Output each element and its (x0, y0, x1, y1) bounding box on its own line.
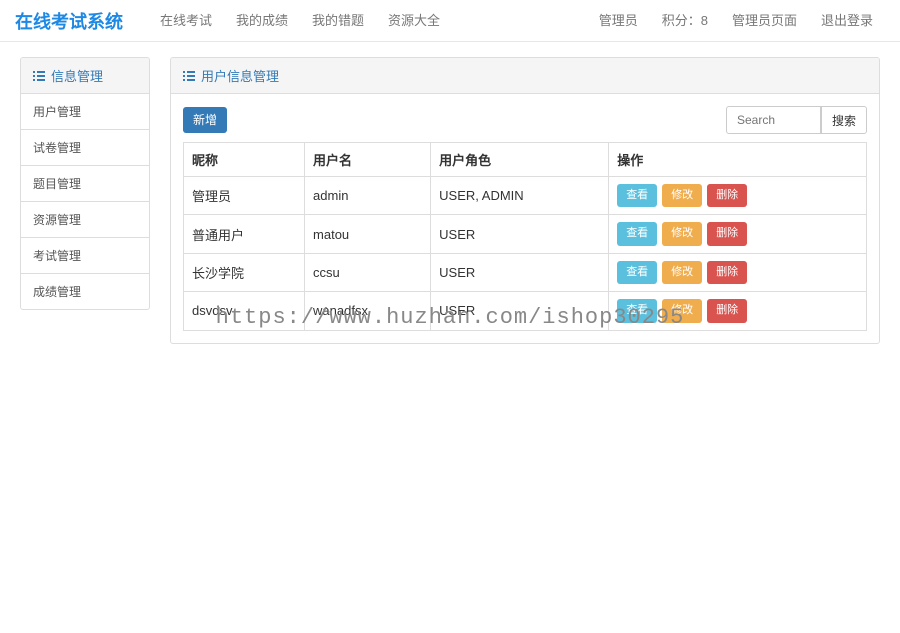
edit-button[interactable]: 修改 (662, 299, 702, 322)
edit-button[interactable]: 修改 (662, 222, 702, 245)
search-group: 搜索 (726, 106, 867, 134)
cell-username: admin (305, 177, 431, 215)
delete-button[interactable]: 删除 (707, 184, 747, 207)
th-action: 操作 (609, 143, 867, 177)
table-row: 管理员adminUSER, ADMIN查看修改删除 (184, 177, 867, 215)
cell-role: USER (431, 215, 609, 253)
nav-right-group: 管理员 积分：8 管理员页面 退出登录 (587, 0, 885, 42)
sidebar: 信息管理 用户管理试卷管理题目管理资源管理考试管理成绩管理 (20, 57, 150, 344)
cell-role: USER, ADMIN (431, 177, 609, 215)
nav-username: 管理员 (587, 0, 650, 42)
cell-nickname: 长沙学院 (184, 253, 305, 291)
nav-scores[interactable]: 我的成绩 (224, 0, 300, 42)
nav-exam[interactable]: 在线考试 (148, 0, 224, 42)
brand-logo[interactable]: 在线考试系统 (15, 8, 123, 34)
view-button[interactable]: 查看 (617, 261, 657, 284)
view-button[interactable]: 查看 (617, 184, 657, 207)
cell-nickname: dsvdsv (184, 292, 305, 330)
table-row: dsvdsvwanadfsxUSER查看修改删除 (184, 292, 867, 330)
sidebar-item-1[interactable]: 试卷管理 (21, 130, 149, 165)
table-row: 普通用户matouUSER查看修改删除 (184, 215, 867, 253)
edit-button[interactable]: 修改 (662, 261, 702, 284)
sidebar-item-3[interactable]: 资源管理 (21, 202, 149, 237)
th-nickname: 昵称 (184, 143, 305, 177)
cell-role: USER (431, 292, 609, 330)
cell-actions: 查看修改删除 (609, 253, 867, 291)
cell-actions: 查看修改删除 (609, 215, 867, 253)
cell-role: USER (431, 253, 609, 291)
search-input[interactable] (726, 106, 821, 134)
edit-button[interactable]: 修改 (662, 184, 702, 207)
main-panel-heading: 用户信息管理 (171, 58, 879, 94)
main-panel-title: 用户信息管理 (201, 66, 279, 85)
nav-mistakes[interactable]: 我的错题 (300, 0, 376, 42)
add-button[interactable]: 新增 (183, 107, 227, 134)
view-button[interactable]: 查看 (617, 222, 657, 245)
user-table: 昵称 用户名 用户角色 操作 管理员adminUSER, ADMIN查看修改删除… (183, 142, 867, 331)
th-username: 用户名 (305, 143, 431, 177)
nav-left-group: 在线考试 我的成绩 我的错题 资源大全 (148, 0, 587, 42)
cell-actions: 查看修改删除 (609, 292, 867, 330)
top-navbar: 在线考试系统 在线考试 我的成绩 我的错题 资源大全 管理员 积分：8 管理员页… (0, 0, 900, 42)
cell-nickname: 普通用户 (184, 215, 305, 253)
list-icon (33, 71, 45, 81)
main-content: 用户信息管理 新增 搜索 昵称 用户名 用户角色 (170, 57, 880, 344)
search-button[interactable]: 搜索 (821, 106, 867, 134)
table-row: 长沙学院ccsuUSER查看修改删除 (184, 253, 867, 291)
delete-button[interactable]: 删除 (707, 222, 747, 245)
sidebar-heading: 信息管理 (21, 58, 149, 94)
sidebar-item-0[interactable]: 用户管理 (21, 94, 149, 129)
nav-logout[interactable]: 退出登录 (809, 0, 885, 42)
cell-username: wanadfsx (305, 292, 431, 330)
sidebar-title: 信息管理 (51, 66, 103, 85)
cell-username: ccsu (305, 253, 431, 291)
th-role: 用户角色 (431, 143, 609, 177)
list-icon (183, 71, 195, 81)
nav-points: 积分：8 (650, 0, 720, 42)
nav-admin-page[interactable]: 管理员页面 (720, 0, 809, 42)
sidebar-item-2[interactable]: 题目管理 (21, 166, 149, 201)
nav-resources[interactable]: 资源大全 (376, 0, 452, 42)
delete-button[interactable]: 删除 (707, 299, 747, 322)
delete-button[interactable]: 删除 (707, 261, 747, 284)
cell-actions: 查看修改删除 (609, 177, 867, 215)
view-button[interactable]: 查看 (617, 299, 657, 322)
sidebar-item-5[interactable]: 成绩管理 (21, 274, 149, 309)
sidebar-item-4[interactable]: 考试管理 (21, 238, 149, 273)
cell-username: matou (305, 215, 431, 253)
cell-nickname: 管理员 (184, 177, 305, 215)
